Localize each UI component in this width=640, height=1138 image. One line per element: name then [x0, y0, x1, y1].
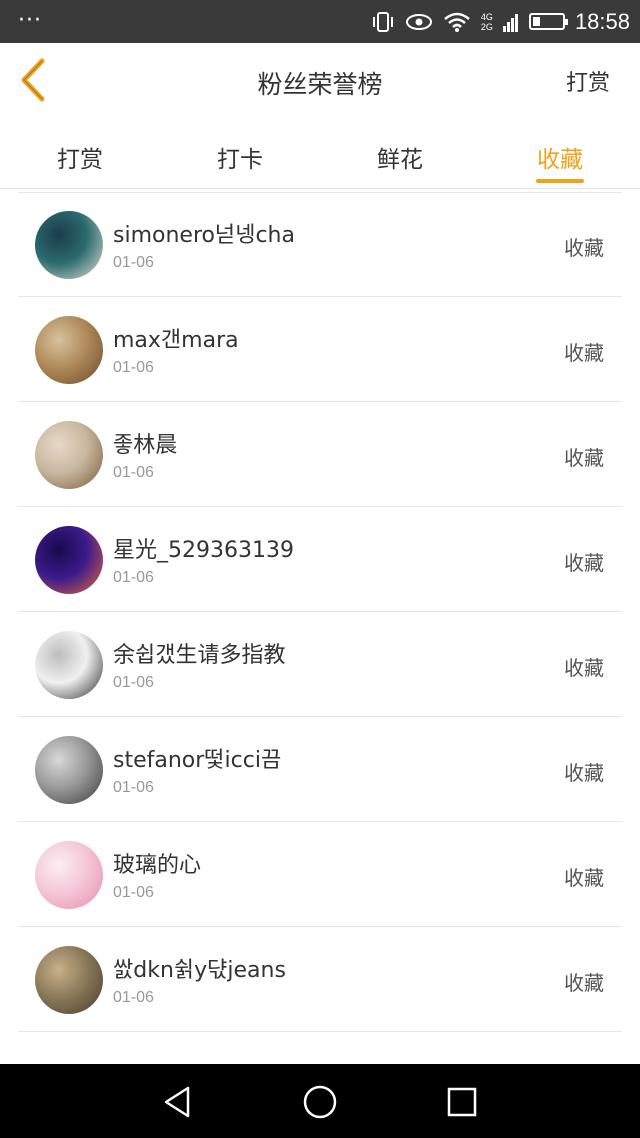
user-name: 星光_529363139: [113, 538, 294, 563]
user-name: simonero넏넹cha: [113, 223, 295, 248]
list-item[interactable]: simonero넏넹cha 01-06 收藏: [18, 192, 622, 297]
eye-icon: [405, 13, 432, 30]
tab-1[interactable]: 打卡: [160, 118, 320, 188]
date-label: 01-06: [113, 884, 154, 901]
user-name: 좋林晨: [113, 433, 178, 458]
notification-dots: ···: [18, 8, 42, 33]
tab-3[interactable]: 收藏: [480, 118, 640, 188]
tab-bar: 打赏 打卡 鲜花 收藏: [0, 118, 640, 189]
collect-label: 收藏: [564, 551, 604, 575]
tab-2[interactable]: 鲜花: [320, 118, 480, 188]
user-name: 余쉽갰生请多指教: [113, 643, 286, 668]
avatar[interactable]: [35, 316, 103, 384]
avatar[interactable]: [35, 841, 103, 909]
signal-icon: [502, 13, 518, 32]
user-name: max갠mara: [113, 328, 239, 353]
collect-label: 收藏: [564, 761, 604, 785]
system-nav-bar: [0, 1064, 640, 1138]
status-bar: ··· 4G 2G 18:58: [0, 0, 640, 43]
collect-label: 收藏: [564, 341, 604, 365]
avatar[interactable]: [35, 211, 103, 279]
collect-label: 收藏: [564, 866, 604, 890]
page-title: 粉丝荣誉榜: [257, 70, 383, 99]
list-item[interactable]: 玻璃的心 01-06 收藏: [18, 822, 622, 927]
collect-label: 收藏: [564, 446, 604, 470]
back-triangle-icon[interactable]: [158, 1082, 198, 1122]
collect-label: 收藏: [564, 656, 604, 680]
tab-active-indicator: [536, 179, 584, 183]
user-name: 쌄dkn쉵y댟jeans: [113, 958, 286, 983]
user-name: stefanor떷icci끔: [113, 748, 282, 773]
list-item[interactable]: 星光_529363139 01-06 收藏: [18, 507, 622, 612]
clock: 18:58: [574, 8, 630, 34]
list-item[interactable]: 좋林晨 01-06 收藏: [18, 402, 622, 507]
home-circle-icon[interactable]: [300, 1082, 340, 1122]
avatar[interactable]: [35, 526, 103, 594]
network-type: 4G 2G: [480, 11, 493, 32]
status-icons: 4G 2G 18:58: [371, 0, 630, 43]
list-item[interactable]: 쌄dkn쉵y댟jeans 01-06 收藏: [18, 927, 622, 1032]
reward-button[interactable]: 打赏: [566, 65, 610, 97]
tab-label: 打赏: [57, 147, 103, 173]
battery-icon: [528, 13, 568, 30]
avatar[interactable]: [35, 421, 103, 489]
collect-label: 收藏: [564, 236, 604, 260]
wifi-icon: [444, 12, 470, 32]
user-name: 玻璃的心: [113, 853, 202, 878]
avatar[interactable]: [35, 736, 103, 804]
list-item[interactable]: stefanor떷icci끔 01-06 收藏: [18, 717, 622, 822]
list-item[interactable]: max갠mara 01-06 收藏: [18, 297, 622, 402]
avatar[interactable]: [35, 946, 103, 1014]
date-label: 01-06: [113, 674, 154, 691]
avatar[interactable]: [35, 631, 103, 699]
date-label: 01-06: [113, 254, 154, 271]
collect-label: 收藏: [564, 971, 604, 995]
vibrate-icon: [372, 11, 393, 32]
date-label: 01-06: [113, 464, 154, 481]
header: 粉丝荣誉榜 打赏: [0, 43, 640, 119]
fan-list: simonero넏넹cha 01-06 收藏 max갠mara 01-06 收藏 좋林晨 01…: [18, 192, 622, 1032]
recents-square-icon[interactable]: [442, 1082, 482, 1122]
tab-0[interactable]: 打赏: [0, 118, 160, 188]
tab-label: 打卡: [217, 147, 263, 173]
date-label: 01-06: [113, 569, 154, 586]
tab-label: 收藏: [537, 147, 583, 173]
date-label: 01-06: [113, 779, 154, 796]
tab-label: 鲜花: [377, 147, 423, 173]
date-label: 01-06: [113, 359, 154, 376]
list-item[interactable]: 余쉽갰生请多指教 01-06 收藏: [18, 612, 622, 717]
date-label: 01-06: [113, 989, 154, 1006]
